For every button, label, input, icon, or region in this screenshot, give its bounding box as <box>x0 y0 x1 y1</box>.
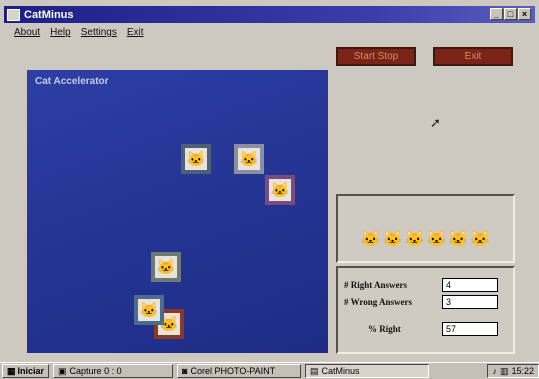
system-tray: ♪ ▥ 15:22 <box>487 364 539 378</box>
title-bar[interactable]: CatMinus _ □ × <box>4 6 535 23</box>
cat-face-icon: 🐱 <box>470 230 491 248</box>
menu-about[interactable]: About <box>14 27 40 38</box>
mouse-pointer-icon: ➚ <box>430 115 441 130</box>
volume-icon[interactable]: ♪ <box>492 366 497 376</box>
right-answers-label: # Right Answers <box>344 280 408 290</box>
catminus-window: CatMinus _ □ × About Help Settings Exit … <box>0 0 539 379</box>
taskbar-item-capture[interactable]: ▣ Capture 0 : 0 <box>53 364 174 378</box>
menu-exit[interactable]: Exit <box>127 27 144 38</box>
percent-right-field: 57 <box>442 322 498 336</box>
cat-tile[interactable]: 🐱 <box>234 144 264 174</box>
menu-help[interactable]: Help <box>50 27 71 38</box>
cat-face-icon: 🐱 <box>360 230 381 248</box>
cat-face-icon: 🐱 <box>448 230 469 248</box>
taskbar-item-catminus[interactable]: ▤ CatMinus <box>305 364 430 378</box>
cat-tile[interactable]: 🐱 <box>265 175 295 205</box>
app-icon: ▤ <box>310 365 319 376</box>
cat-tile[interactable]: 🐱 <box>181 144 211 174</box>
game-canvas[interactable]: Cat Accelerator 🐱 🐱 🐱 🐱 🐱 🐱 <box>27 70 328 353</box>
taskbar-item-corel[interactable]: ◙ Corel PHOTO-PAINT <box>177 364 302 378</box>
taskbar-item-label: CatMinus <box>321 366 360 376</box>
wrong-answers-field: 3 <box>442 295 498 309</box>
cat-tile[interactable]: 🐱 <box>134 295 164 325</box>
start-stop-button[interactable]: Start Stop <box>336 47 416 66</box>
window-title: CatMinus <box>24 8 74 21</box>
cat-face-icon: 🐱 <box>404 230 425 248</box>
stat-row-percent: % Right 57 <box>338 322 513 338</box>
cat-tile[interactable]: 🐱 <box>151 252 181 282</box>
start-button[interactable]: ▦ Iniciar <box>2 364 50 378</box>
taskbar-item-label: Corel PHOTO-PAINT <box>190 366 276 376</box>
cat-face-icon: 🐱 <box>426 230 447 248</box>
taskbar: ▦ Iniciar ▣ Capture 0 : 0 ◙ Corel PHOTO-… <box>0 362 539 379</box>
cat-face-icon: 🐱 <box>138 299 160 321</box>
taskbar-item-label: Capture 0 : 0 <box>69 366 122 376</box>
corel-icon: ◙ <box>182 366 188 376</box>
cat-face-icon: 🐱 <box>185 148 207 170</box>
app-icon <box>7 8 20 21</box>
stat-row-right: # Right Answers 4 <box>338 278 513 294</box>
remaining-cats-panel: 🐱 🐱 🐱 🐱 🐱 🐱 <box>336 194 515 263</box>
menu-bar: About Help Settings Exit <box>14 27 144 38</box>
menu-settings[interactable]: Settings <box>81 27 117 38</box>
percent-right-label: % Right <box>368 324 401 334</box>
cat-face-icon: 🐱 <box>382 230 403 248</box>
maximize-button[interactable]: □ <box>504 8 517 20</box>
stats-panel: # Right Answers 4 # Wrong Answers 3 % Ri… <box>336 266 515 354</box>
cat-face-icon: 🐱 <box>238 148 260 170</box>
minimize-button[interactable]: _ <box>490 8 503 20</box>
exit-button[interactable]: Exit <box>433 47 513 66</box>
cat-face-icon: 🐱 <box>269 179 291 201</box>
game-title: Cat Accelerator <box>35 76 109 87</box>
clock[interactable]: 15:22 <box>511 366 534 376</box>
close-button[interactable]: × <box>518 8 531 20</box>
network-icon[interactable]: ▥ <box>500 366 509 377</box>
windows-logo-icon: ▦ <box>7 365 16 376</box>
stat-row-wrong: # Wrong Answers 3 <box>338 295 513 311</box>
wrong-answers-label: # Wrong Answers <box>344 297 413 307</box>
right-answers-field: 4 <box>442 278 498 292</box>
start-label: Iniciar <box>17 366 45 376</box>
capture-icon: ▣ <box>58 365 67 376</box>
cat-face-icon: 🐱 <box>155 256 177 278</box>
